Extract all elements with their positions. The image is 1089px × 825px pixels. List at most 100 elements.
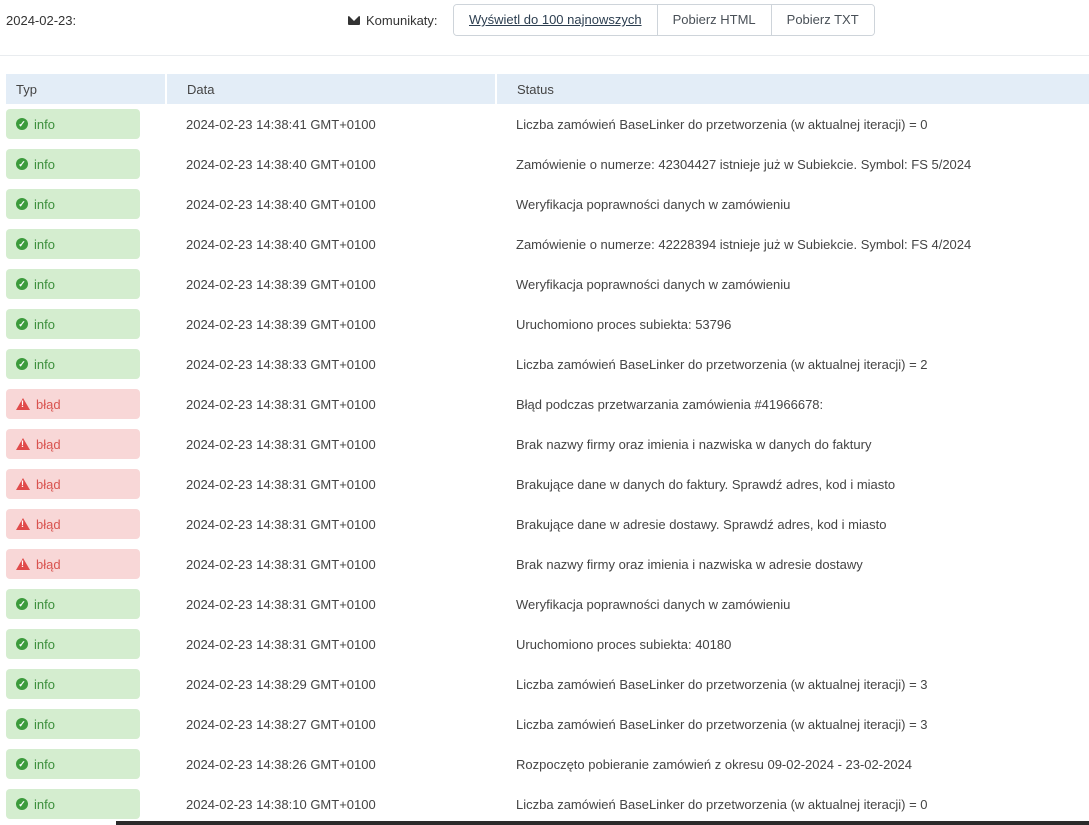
info-badge: ✓ info xyxy=(6,309,140,339)
cell-type: błąd xyxy=(6,544,166,584)
cell-status: Liczba zamówień BaseLinker do przetworze… xyxy=(516,796,928,812)
cell-type: ✓ info xyxy=(6,344,166,384)
check-circle-icon: ✓ xyxy=(16,718,28,730)
envelope-icon xyxy=(348,16,360,25)
table-row: błąd 2024-02-23 14:38:31 GMT+0100 Brak naz… xyxy=(6,544,1089,584)
badge-label: info xyxy=(34,276,55,292)
cell-date: 2024-02-23 14:38:40 GMT+0100 xyxy=(186,156,376,172)
komunikaty-label: Komunikaty: xyxy=(366,13,438,28)
warning-triangle-icon xyxy=(16,478,30,490)
cell-date: 2024-02-23 14:38:31 GMT+0100 xyxy=(186,476,376,492)
warning-triangle-icon xyxy=(16,518,30,530)
info-badge: ✓ info xyxy=(6,189,140,219)
table-row: ✓ info 2024-02-23 14:38:40 GMT+0100 Weryfik… xyxy=(6,184,1089,224)
cell-date: 2024-02-23 14:38:39 GMT+0100 xyxy=(186,276,376,292)
badge-label: info xyxy=(34,316,55,332)
table-row: ✓ info 2024-02-23 14:38:31 GMT+0100 Weryfik… xyxy=(6,584,1089,624)
table-row: ✓ info 2024-02-23 14:38:40 GMT+0100 Zamówie… xyxy=(6,224,1089,264)
cell-type: ✓ info xyxy=(6,584,166,624)
info-badge: ✓ info xyxy=(6,749,140,779)
badge-label: info xyxy=(34,596,55,612)
badge-label: info xyxy=(34,676,55,692)
badge-label: błąd xyxy=(36,396,61,412)
info-badge: ✓ info xyxy=(6,229,140,259)
table-row: ✓ info 2024-02-23 14:38:29 GMT+0100 Liczba … xyxy=(6,664,1089,704)
badge-label: info xyxy=(34,156,55,172)
cell-status: Zamówienie o numerze: 42304427 istnieje … xyxy=(516,156,972,172)
cell-type: ✓ info xyxy=(6,664,166,704)
cell-status: Liczba zamówień BaseLinker do przetworze… xyxy=(516,716,928,732)
cell-date: 2024-02-23 14:38:40 GMT+0100 xyxy=(186,196,376,212)
cell-date: 2024-02-23 14:38:31 GMT+0100 xyxy=(186,596,376,612)
info-badge: ✓ info xyxy=(6,669,140,699)
cell-status: Brak nazwy firmy oraz imienia i nazwiska… xyxy=(516,436,872,452)
column-header-data[interactable]: Data xyxy=(166,74,497,104)
info-badge: ✓ info xyxy=(6,109,140,139)
badge-label: błąd xyxy=(36,556,61,572)
table-row: ✓ info 2024-02-23 14:38:41 GMT+0100 Liczba … xyxy=(6,104,1089,144)
error-badge: błąd xyxy=(6,469,140,499)
check-circle-icon: ✓ xyxy=(16,198,28,210)
warning-triangle-icon xyxy=(16,398,30,410)
cell-status: Błąd podczas przetwarzania zamówienia #4… xyxy=(516,396,824,412)
badge-label: info xyxy=(34,196,55,212)
cell-status: Uruchomiono proces subiekta: 40180 xyxy=(516,636,732,652)
download-txt-button[interactable]: Pobierz TXT xyxy=(771,5,874,35)
info-badge: ✓ info xyxy=(6,269,140,299)
cell-date: 2024-02-23 14:38:31 GMT+0100 xyxy=(186,436,376,452)
cell-date: 2024-02-23 14:38:10 GMT+0100 xyxy=(186,796,376,812)
badge-label: błąd xyxy=(36,436,61,452)
check-circle-icon: ✓ xyxy=(16,158,28,170)
check-circle-icon: ✓ xyxy=(16,798,28,810)
cell-date: 2024-02-23 14:38:40 GMT+0100 xyxy=(186,236,376,252)
badge-label: info xyxy=(34,796,55,812)
cell-date: 2024-02-23 14:38:31 GMT+0100 xyxy=(186,396,376,412)
table-row: ✓ info 2024-02-23 14:38:40 GMT+0100 Zamówie… xyxy=(6,144,1089,184)
error-badge: błąd xyxy=(6,429,140,459)
column-header-status[interactable]: Status xyxy=(496,74,1089,104)
check-circle-icon: ✓ xyxy=(16,758,28,770)
cell-type: błąd xyxy=(6,504,166,544)
cell-status: Uruchomiono proces subiekta: 53796 xyxy=(516,316,732,332)
badge-label: błąd xyxy=(36,516,61,532)
log-date: 2024-02-23: xyxy=(6,13,77,28)
check-circle-icon: ✓ xyxy=(16,638,28,650)
cell-date: 2024-02-23 14:38:26 GMT+0100 xyxy=(186,756,376,772)
error-badge: błąd xyxy=(6,509,140,539)
log-table: Typ Data Status ✓ info 2024-02-23 14:38:41… xyxy=(6,74,1089,824)
check-circle-icon: ✓ xyxy=(16,678,28,690)
cell-type: ✓ info xyxy=(6,304,166,344)
cell-status: Liczba zamówień BaseLinker do przetworze… xyxy=(516,116,928,132)
cell-status: Weryfikacja poprawności danych w zamówie… xyxy=(516,196,791,212)
info-badge: ✓ info xyxy=(6,349,140,379)
badge-label: błąd xyxy=(36,476,61,492)
cell-status: Rozpoczęto pobieranie zamówień z okresu … xyxy=(516,756,913,772)
cell-date: 2024-02-23 14:38:41 GMT+0100 xyxy=(186,116,376,132)
column-header-typ[interactable]: Typ xyxy=(6,74,167,104)
cell-type: ✓ info xyxy=(6,144,166,184)
table-header-row: Typ Data Status xyxy=(6,74,1089,104)
check-circle-icon: ✓ xyxy=(16,358,28,370)
table-row: ✓ info 2024-02-23 14:38:10 GMT+0100 Liczba … xyxy=(6,784,1089,824)
show-latest-100-button[interactable]: Wyświetl do 100 najnowszych xyxy=(454,5,658,35)
cell-status: Zamówienie o numerze: 42228394 istnieje … xyxy=(516,236,972,252)
cell-type: ✓ info xyxy=(6,704,166,744)
table-row: ✓ info 2024-02-23 14:38:39 GMT+0100 Weryfik… xyxy=(6,264,1089,304)
warning-triangle-icon xyxy=(16,438,30,450)
top-bar: 2024-02-23: Komunikaty: Wyświetl do 100 … xyxy=(0,0,1089,56)
table-row: ✓ info 2024-02-23 14:38:26 GMT+0100 Rozpocz… xyxy=(6,744,1089,784)
cell-date: 2024-02-23 14:38:33 GMT+0100 xyxy=(186,356,376,372)
download-html-button[interactable]: Pobierz HTML xyxy=(657,5,772,35)
cell-status: Brakujące dane w adresie dostawy. Sprawd… xyxy=(516,516,887,532)
cell-type: ✓ info xyxy=(6,624,166,664)
table-row: błąd 2024-02-23 14:38:31 GMT+0100 Brakując… xyxy=(6,504,1089,544)
cell-status: Weryfikacja poprawności danych w zamówie… xyxy=(516,276,791,292)
check-circle-icon: ✓ xyxy=(16,278,28,290)
info-badge: ✓ info xyxy=(6,709,140,739)
cell-status: Liczba zamówień BaseLinker do przetworze… xyxy=(516,356,928,372)
warning-triangle-icon xyxy=(16,558,30,570)
cell-type: błąd xyxy=(6,464,166,504)
cell-date: 2024-02-23 14:38:31 GMT+0100 xyxy=(186,556,376,572)
cell-date: 2024-02-23 14:38:39 GMT+0100 xyxy=(186,316,376,332)
badge-label: info xyxy=(34,236,55,252)
